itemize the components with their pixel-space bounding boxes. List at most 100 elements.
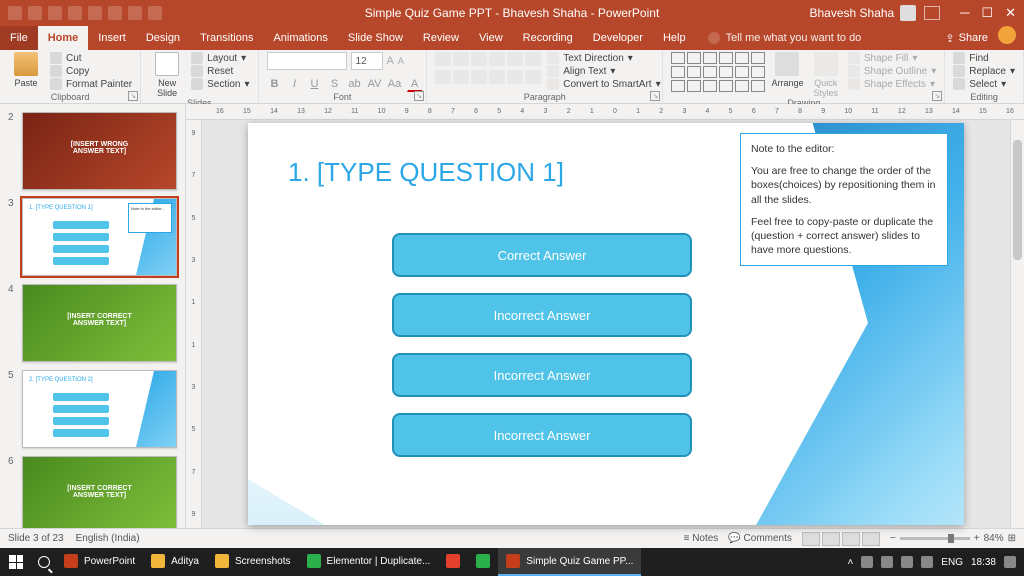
tab-recording[interactable]: Recording xyxy=(513,26,583,50)
shape-fill-button[interactable]: Shape Fill ▾ xyxy=(848,52,936,64)
qat-icon[interactable] xyxy=(148,6,162,20)
save-icon[interactable] xyxy=(8,6,22,20)
shape-effects-button[interactable]: Shape Effects ▾ xyxy=(848,78,936,90)
shape-icon[interactable] xyxy=(751,66,765,78)
columns-button[interactable] xyxy=(507,70,523,84)
wifi-icon[interactable] xyxy=(881,556,893,568)
minimize-button[interactable]: ─ xyxy=(960,5,969,21)
scrollbar-thumb[interactable] xyxy=(1013,140,1022,260)
tab-help[interactable]: Help xyxy=(653,26,696,50)
italic-button[interactable]: I xyxy=(287,76,303,92)
clipboard-dialog-launcher[interactable]: ↘ xyxy=(128,91,138,101)
tab-file[interactable]: File xyxy=(0,26,38,50)
decrease-font-icon[interactable]: A xyxy=(398,56,404,66)
shape-icon[interactable] xyxy=(719,80,733,92)
answer-choice[interactable]: Incorrect Answer xyxy=(392,293,692,337)
taskbar-app-button[interactable]: PowerPoint xyxy=(56,548,143,576)
shape-icon[interactable] xyxy=(671,52,685,64)
increase-indent-button[interactable] xyxy=(489,52,505,66)
language-indicator[interactable]: English (India) xyxy=(76,533,140,544)
qat-icon[interactable] xyxy=(128,6,142,20)
shape-icon[interactable] xyxy=(687,52,701,64)
slide-thumbnails-panel[interactable]: 2[INSERT WRONG ANSWER TEXT]31. [TYPE QUE… xyxy=(0,104,186,528)
tell-me-search[interactable]: Tell me what you want to do xyxy=(696,26,862,50)
replace-button[interactable]: Replace ▾ xyxy=(953,65,1015,77)
feedback-smiley-icon[interactable] xyxy=(998,26,1016,44)
tab-animations[interactable]: Animations xyxy=(263,26,337,50)
font-size-input[interactable] xyxy=(351,52,383,70)
align-left-button[interactable] xyxy=(435,70,451,84)
tab-transitions[interactable]: Transitions xyxy=(190,26,263,50)
answer-choice[interactable]: Correct Answer xyxy=(392,233,692,277)
section-button[interactable]: Section ▾ xyxy=(191,78,249,90)
thumb-row[interactable]: 52. [TYPE QUESTION 2] xyxy=(0,366,185,452)
align-right-button[interactable] xyxy=(471,70,487,84)
maximize-button[interactable]: ☐ xyxy=(981,5,993,21)
slide-thumbnail[interactable]: 1. [TYPE QUESTION 1]Note to the editor..… xyxy=(22,198,177,276)
answer-choice[interactable]: Incorrect Answer xyxy=(392,353,692,397)
shape-icon[interactable] xyxy=(687,80,701,92)
shape-icon[interactable] xyxy=(735,52,749,64)
font-color-button[interactable]: A xyxy=(407,76,423,92)
shape-icon[interactable] xyxy=(751,80,765,92)
shape-icon[interactable] xyxy=(671,66,685,78)
arrange-button[interactable]: Arrange xyxy=(771,52,803,88)
fit-to-window-button[interactable]: ⊞ xyxy=(1008,533,1016,544)
tab-developer[interactable]: Developer xyxy=(583,26,653,50)
shape-icon[interactable] xyxy=(687,66,701,78)
cut-button[interactable]: Cut xyxy=(50,52,132,64)
align-text-button[interactable]: Align Text ▾ xyxy=(547,65,660,77)
convert-smartart-button[interactable]: Convert to SmartArt ▾ xyxy=(547,78,660,90)
tray-icon[interactable] xyxy=(861,556,873,568)
format-painter-button[interactable]: Format Painter xyxy=(50,78,132,90)
justify-button[interactable] xyxy=(489,70,505,84)
thumb-row[interactable]: 6[INSERT CORRECT ANSWER TEXT] xyxy=(0,452,185,528)
slideshow-view-button[interactable] xyxy=(862,532,880,546)
zoom-slider[interactable] xyxy=(900,537,970,540)
font-dialog-launcher[interactable]: ↘ xyxy=(414,91,424,101)
new-slide-button[interactable]: New Slide xyxy=(149,52,185,98)
numbering-button[interactable] xyxy=(453,52,469,66)
align-center-button[interactable] xyxy=(453,70,469,84)
taskbar-app-button[interactable]: Simple Quiz Game PP... xyxy=(498,548,641,576)
text-direction-button[interactable]: Text Direction ▾ xyxy=(547,52,660,64)
drawing-dialog-launcher[interactable]: ↘ xyxy=(932,91,942,101)
qat-icon[interactable] xyxy=(108,6,122,20)
paragraph-dialog-launcher[interactable]: ↘ xyxy=(650,91,660,101)
zoom-level[interactable]: 84% xyxy=(984,533,1004,544)
taskbar-app-button[interactable]: Elementor | Duplicate... xyxy=(299,548,439,576)
user-account[interactable]: Bhavesh Shaha xyxy=(809,5,916,21)
question-title[interactable]: 1. [TYPE QUESTION 1] xyxy=(288,157,564,188)
answer-choice[interactable]: Incorrect Answer xyxy=(392,413,692,457)
ltr-button[interactable] xyxy=(525,70,541,84)
comments-button[interactable]: 💬 Comments xyxy=(728,533,792,544)
decrease-indent-button[interactable] xyxy=(471,52,487,66)
paste-button[interactable]: Paste xyxy=(8,52,44,88)
volume-icon[interactable] xyxy=(901,556,913,568)
input-language[interactable]: ENG xyxy=(941,557,963,568)
shapes-gallery[interactable] xyxy=(671,52,765,92)
taskbar-app-button[interactable] xyxy=(438,548,468,576)
tray-chevron-icon[interactable]: ˄ xyxy=(847,557,853,568)
bullets-button[interactable] xyxy=(435,52,451,66)
increase-font-icon[interactable]: A xyxy=(387,55,394,67)
shape-icon[interactable] xyxy=(703,80,717,92)
tab-insert[interactable]: Insert xyxy=(88,26,136,50)
thumb-row[interactable]: 4[INSERT CORRECT ANSWER TEXT] xyxy=(0,280,185,366)
strikethrough-button[interactable]: S xyxy=(327,76,343,92)
share-button[interactable]: ⇪ Share xyxy=(945,26,998,50)
system-tray[interactable]: ˄ ENG 18:38 xyxy=(839,556,1024,568)
battery-icon[interactable] xyxy=(921,556,933,568)
zoom-slider-handle[interactable] xyxy=(948,534,954,543)
editor-note-box[interactable]: Note to the editor: You are free to chan… xyxy=(740,133,948,266)
shape-icon[interactable] xyxy=(735,66,749,78)
slide-canvas[interactable]: 1. [TYPE QUESTION 1] Correct Answer Incor… xyxy=(202,120,1010,528)
taskbar-app-button[interactable]: Screenshots xyxy=(207,548,299,576)
slide-thumbnail[interactable]: [INSERT CORRECT ANSWER TEXT] xyxy=(22,284,177,362)
tab-design[interactable]: Design xyxy=(136,26,190,50)
select-button[interactable]: Select ▾ xyxy=(953,78,1015,90)
shape-icon[interactable] xyxy=(735,80,749,92)
layout-button[interactable]: Layout ▾ xyxy=(191,52,249,64)
thumb-row[interactable]: 2[INSERT WRONG ANSWER TEXT] xyxy=(0,108,185,194)
font-family-input[interactable] xyxy=(267,52,347,70)
